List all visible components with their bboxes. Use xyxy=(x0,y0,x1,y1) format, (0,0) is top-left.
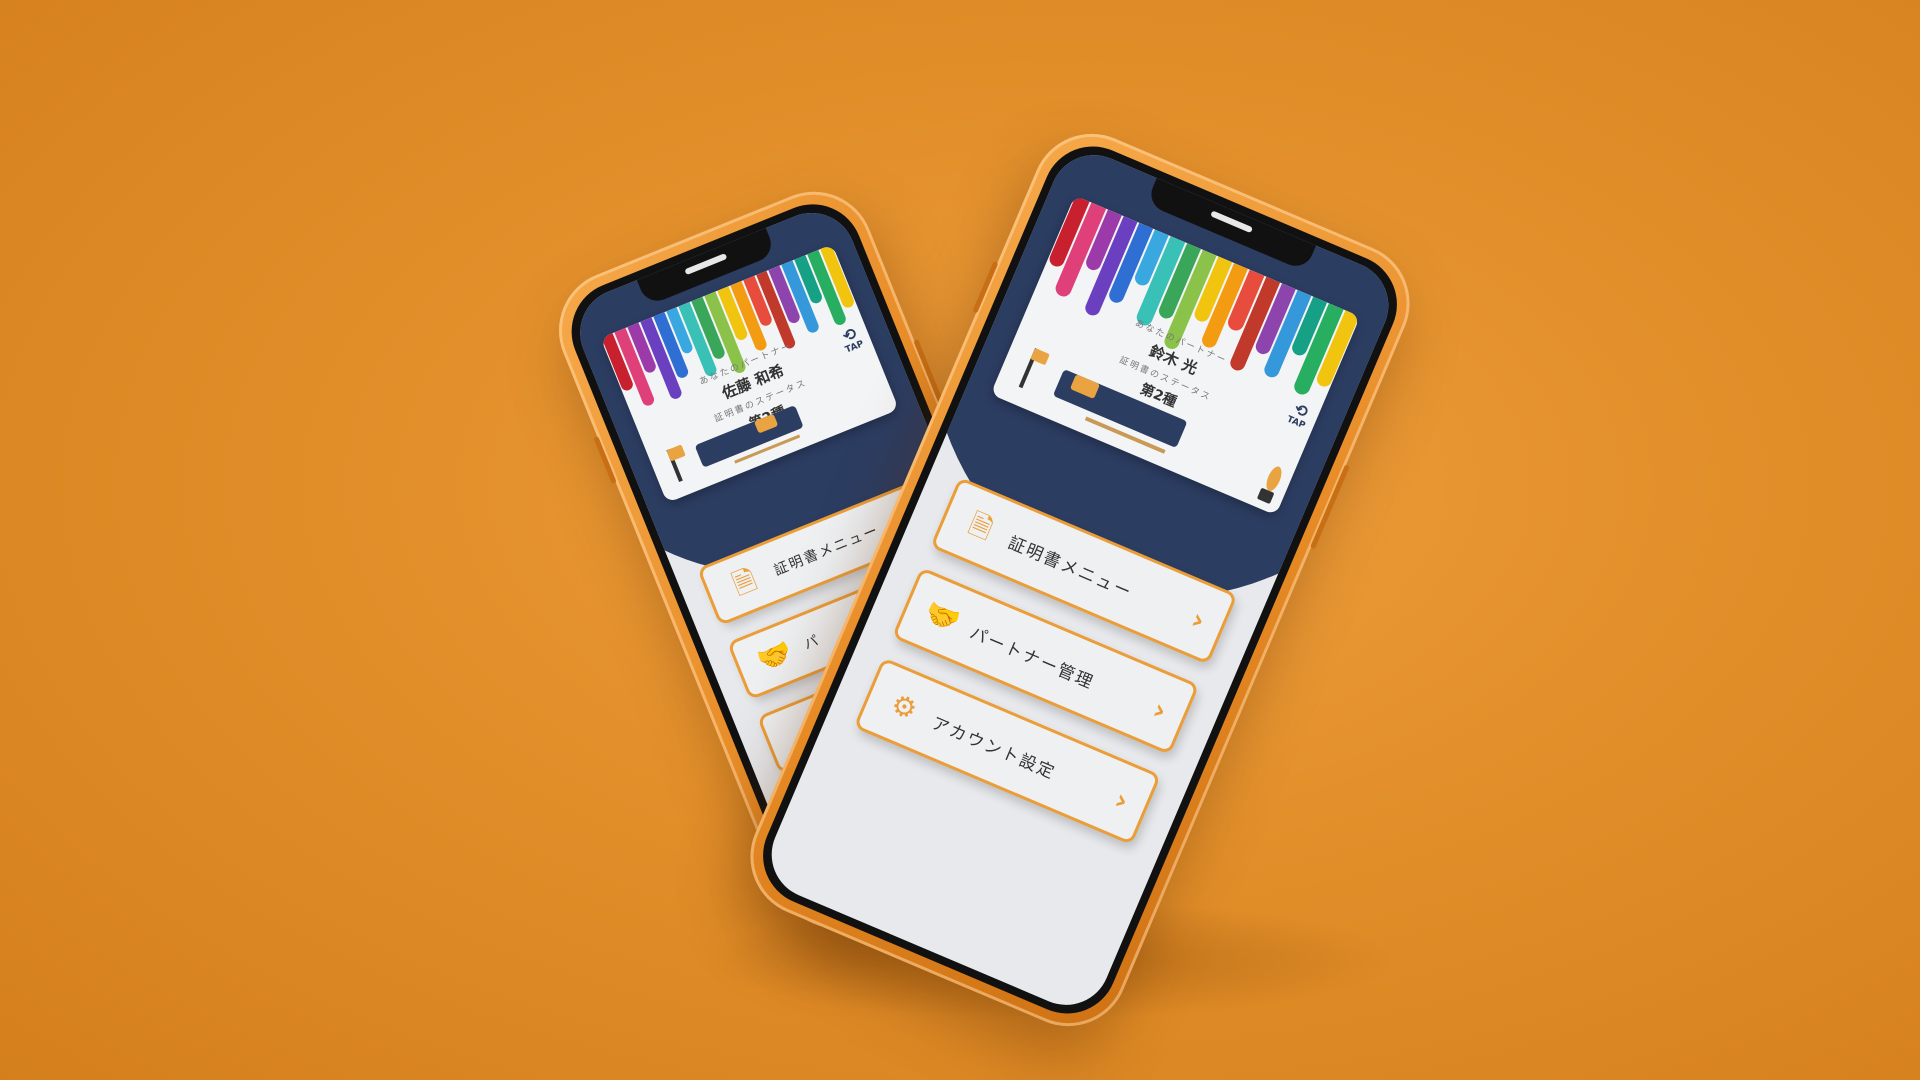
speaker xyxy=(683,253,728,276)
speaker xyxy=(1210,210,1254,234)
lamp-illustration xyxy=(665,444,686,482)
plant-illustration xyxy=(1255,463,1286,505)
lamp-illustration xyxy=(1018,348,1050,389)
